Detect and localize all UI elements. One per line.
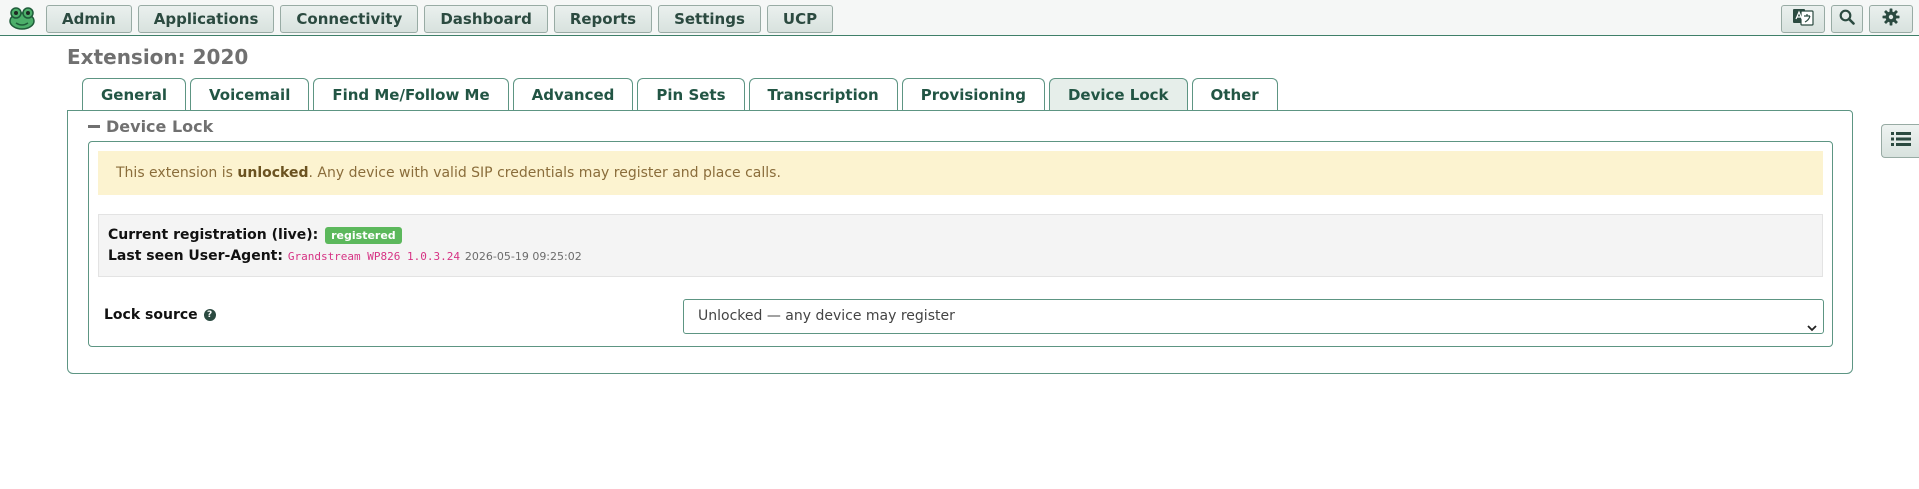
tab-find-me-follow-me[interactable]: Find Me/Follow Me bbox=[313, 78, 509, 111]
status-badge: registered bbox=[325, 226, 402, 244]
tab-device-lock[interactable]: Device Lock bbox=[1048, 78, 1188, 112]
lock-source-label: Lock source ? bbox=[104, 307, 216, 323]
settings-button[interactable] bbox=[1869, 5, 1913, 33]
tab-advanced[interactable]: Advanced bbox=[512, 78, 634, 111]
nav-connectivity[interactable]: Connectivity bbox=[280, 5, 419, 33]
lock-source-select[interactable]: Unlocked — any device may register bbox=[683, 299, 1824, 334]
tab-pin-sets[interactable]: Pin Sets bbox=[637, 78, 745, 111]
lock-status-alert: This extension is unlocked. Any device w… bbox=[98, 151, 1823, 195]
alert-emphasis: unlocked bbox=[237, 165, 309, 181]
search-icon bbox=[1839, 9, 1855, 29]
lock-source-row: Lock source ? Unlocked — any device may … bbox=[89, 294, 1832, 345]
nav-ucp[interactable]: UCP bbox=[766, 5, 834, 33]
tab-general[interactable]: General bbox=[82, 78, 186, 111]
section-toggle[interactable]: Device Lock bbox=[88, 117, 213, 136]
search-button[interactable] bbox=[1831, 5, 1863, 33]
page-title: Extension: 2020 bbox=[67, 45, 249, 69]
side-list-toggle[interactable] bbox=[1881, 124, 1919, 158]
current-registration-label: Current registration (live): bbox=[108, 227, 319, 243]
lock-source-label-text: Lock source bbox=[104, 307, 198, 323]
tab-provisioning[interactable]: Provisioning bbox=[901, 78, 1045, 111]
nav-reports[interactable]: Reports bbox=[553, 5, 653, 33]
tab-transcription[interactable]: Transcription bbox=[748, 78, 898, 111]
lock-source-selected: Unlocked — any device may register bbox=[698, 308, 955, 324]
last-seen-line: Last seen User-Agent: Grandstream WP826 … bbox=[108, 246, 1813, 267]
nav-settings[interactable]: Settings bbox=[658, 5, 761, 33]
user-agent-value: Grandstream WP826 1.0.3.24 bbox=[287, 250, 461, 263]
nav-right-tools bbox=[1781, 5, 1913, 33]
language-button[interactable] bbox=[1781, 5, 1825, 33]
tab-other[interactable]: Other bbox=[1191, 78, 1278, 111]
alert-prefix: This extension is bbox=[116, 165, 238, 181]
language-icon bbox=[1792, 8, 1814, 30]
tab-voicemail[interactable]: Voicemail bbox=[190, 78, 310, 111]
section-title: Device Lock bbox=[106, 117, 214, 136]
collapse-icon bbox=[88, 125, 100, 128]
help-icon[interactable]: ? bbox=[203, 309, 216, 321]
current-registration-line: Current registration (live): registered bbox=[108, 225, 1813, 246]
nav-admin[interactable]: Admin bbox=[46, 5, 132, 33]
extension-tabs: General Voicemail Find Me/Follow Me Adva… bbox=[82, 78, 1278, 112]
device-lock-section: This extension is unlocked. Any device w… bbox=[88, 141, 1833, 347]
main-menu: Admin Applications Connectivity Dashboar… bbox=[46, 5, 834, 33]
top-navbar: Admin Applications Connectivity Dashboar… bbox=[0, 0, 1919, 36]
last-seen-timestamp: 2026-05-19 09:25:02 bbox=[464, 250, 582, 263]
alert-suffix: . Any device with valid SIP credentials … bbox=[308, 165, 781, 181]
list-icon bbox=[1890, 131, 1911, 151]
frog-logo-icon[interactable] bbox=[8, 5, 36, 31]
nav-applications[interactable]: Applications bbox=[137, 5, 275, 33]
chevron-down-icon bbox=[1807, 312, 1817, 345]
gear-icon bbox=[1882, 8, 1900, 30]
nav-dashboard[interactable]: Dashboard bbox=[424, 5, 548, 33]
device-lock-panel: Device Lock This extension is unlocked. … bbox=[67, 110, 1853, 374]
last-seen-label: Last seen User-Agent: bbox=[108, 248, 283, 264]
registration-info: Current registration (live): registered … bbox=[98, 214, 1823, 277]
